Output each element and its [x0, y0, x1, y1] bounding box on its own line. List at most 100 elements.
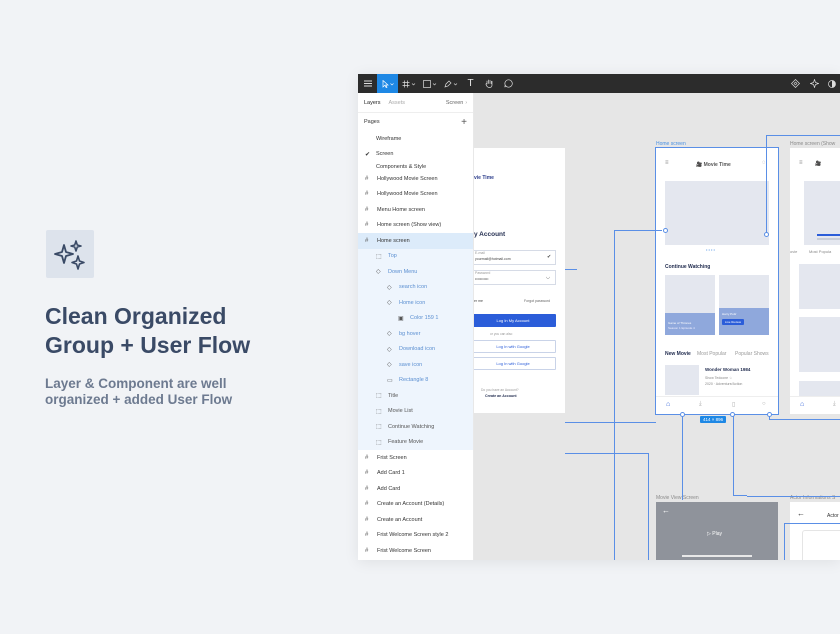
google-login-button-2[interactable]: Log In with Google [474, 357, 556, 370]
layer-item[interactable]: # Add Card [358, 481, 473, 497]
layer-item[interactable]: # Frist Welcome Screen [358, 543, 473, 559]
save-icon[interactable]: ▯ [732, 401, 735, 408]
layer-item[interactable]: ▭ Rectangle 8 [358, 372, 473, 388]
layer-item[interactable]: # Add Card 1 [358, 466, 473, 482]
remember-label[interactable]: er me [474, 299, 483, 303]
flow-node[interactable] [663, 228, 668, 233]
layer-item[interactable]: # Hollywood Movie Screen [358, 171, 473, 187]
layer-item[interactable]: # Create an Account (Details) [358, 497, 473, 513]
menu-icon[interactable]: ≡ [665, 160, 669, 166]
layer-item[interactable]: ◇ save icon [358, 357, 473, 373]
home-show-frame-label[interactable]: Home screen (Show [790, 141, 835, 147]
forgot-link[interactable]: Forgot password [524, 299, 550, 303]
tab-popular[interactable]: Most Popula [809, 249, 831, 254]
password-label: Password [475, 271, 491, 275]
shape-tool-icon[interactable] [419, 74, 440, 93]
movie-view-artboard[interactable]: ← ▷ Play [656, 502, 778, 560]
layer-item[interactable]: # Menu Home screen [358, 202, 473, 218]
flow-node[interactable] [680, 412, 685, 417]
plugin-icon[interactable] [805, 74, 824, 93]
banner-line [817, 238, 840, 240]
layer-item[interactable]: ⬚ Continue Watching [358, 419, 473, 435]
create-account-link[interactable]: Create an Account [485, 394, 517, 398]
layer-item[interactable]: # Frist Screen [358, 450, 473, 466]
chevron-down-icon[interactable]: › [465, 100, 467, 106]
sparkles-icon [54, 240, 85, 270]
contrast-icon[interactable] [824, 74, 840, 93]
layer-item[interactable]: ◇ Down Menu [358, 264, 473, 280]
home-show-artboard[interactable]: ≡ 🎥 ovie Most Popula ⌂ ⤓ [790, 148, 840, 414]
tab-new-movie[interactable]: New Movie [665, 351, 691, 357]
home-icon[interactable]: ⌂ [666, 401, 670, 408]
movie-title: Wonder Woman 1984 [705, 367, 751, 372]
back-arrow-icon[interactable]: ← [797, 509, 805, 518]
layer-item[interactable]: ◇ search icon [358, 279, 473, 295]
design-canvas[interactable]: vie Time y Account E-mail yourmail@hotma… [474, 93, 840, 560]
text-tool-icon[interactable]: T [461, 74, 480, 93]
login-button[interactable]: Log In My Account [474, 314, 556, 327]
tab-layers[interactable]: Layers [364, 100, 381, 106]
progress-track[interactable] [682, 555, 752, 557]
flow-node[interactable] [767, 412, 772, 417]
home-icon[interactable]: ⌂ [800, 401, 804, 408]
flow-connector [784, 523, 840, 560]
tab-most-popular[interactable]: Most Popular [697, 351, 726, 357]
page-item-wireframe[interactable]: Wireframe [358, 131, 473, 147]
play-button[interactable]: ▷ Play [707, 531, 722, 537]
home-frame-label[interactable]: Home screen [656, 141, 686, 147]
download-icon[interactable]: ⤓ [699, 401, 702, 408]
live-review-button[interactable]: Live Review [722, 319, 744, 325]
login-app-title: vie Time [474, 175, 494, 181]
google-login-button[interactable]: Log In with Google [474, 340, 556, 353]
frame-icon: # [365, 175, 369, 182]
feature-banner[interactable] [665, 181, 769, 245]
menu-icon[interactable]: ≡ [799, 160, 803, 166]
back-arrow-icon[interactable]: ← [662, 506, 670, 515]
play-label: Play [712, 531, 722, 537]
hamburger-icon[interactable] [358, 74, 377, 93]
list-card[interactable] [799, 317, 840, 372]
subline-line-1: Layer & Component are well [45, 376, 227, 391]
layer-item[interactable]: ◇ bg hover [358, 326, 473, 342]
flow-node[interactable] [730, 412, 735, 417]
component-icon[interactable] [786, 74, 805, 93]
actor-title: Actor [827, 513, 839, 519]
layer-item[interactable]: ▣ Color 159 1 [358, 310, 473, 326]
page-select[interactable]: Screen [446, 100, 463, 106]
eye-icon[interactable]: ◡ [546, 274, 550, 280]
page-item-screen[interactable]: ✔ Screen [358, 147, 473, 163]
movie-view-frame-label[interactable]: Movie View Screen [656, 495, 699, 501]
layer-item[interactable]: ⬚ Top [358, 248, 473, 264]
movie-poster[interactable] [665, 365, 699, 395]
frame-icon: # [365, 547, 369, 554]
layer-label: Home screen [377, 237, 410, 244]
layer-item[interactable]: # Create an Account [358, 512, 473, 528]
list-card[interactable] [799, 264, 840, 309]
add-page-icon[interactable]: + [461, 117, 467, 128]
hand-tool-icon[interactable] [480, 74, 499, 93]
move-tool-icon[interactable] [377, 74, 398, 93]
layer-item[interactable]: ⬚ Feature Movie [358, 434, 473, 450]
search-icon[interactable]: ○ [762, 401, 766, 407]
layer-item[interactable]: # Frist Welcome Screen style 2 [358, 528, 473, 544]
layer-item[interactable]: # Home screen (Show view) [358, 218, 473, 234]
tab-assets[interactable]: Assets [389, 100, 406, 106]
tab-movie[interactable]: ovie [790, 249, 797, 254]
frame-tool-icon[interactable] [398, 74, 419, 93]
download-icon[interactable]: ⤓ [833, 401, 836, 408]
layer-item-selected[interactable]: # Home screen [358, 233, 473, 249]
home-screen-artboard[interactable]: ≡ 🎥 Movie Time ◌ • • • • Continue Watchi… [655, 147, 779, 415]
layer-item[interactable]: ⬚ Movie List [358, 403, 473, 419]
comment-tool-icon[interactable] [499, 74, 518, 93]
layer-item[interactable]: # Hollywood Movie Screen [358, 187, 473, 203]
layer-item[interactable]: ◇ Download icon [358, 341, 473, 357]
play-icon: ▷ [707, 531, 711, 537]
tab-popular-shows[interactable]: Popular Shows [735, 351, 769, 357]
flow-node[interactable] [764, 232, 769, 237]
layer-item[interactable]: ◇ Home icon [358, 295, 473, 311]
pen-tool-icon[interactable] [440, 74, 461, 93]
login-artboard[interactable]: vie Time y Account E-mail yourmail@hotma… [474, 148, 565, 413]
layer-item[interactable]: ⬚ Title [358, 388, 473, 404]
home-app-title: 🎥 Movie Time [696, 162, 731, 168]
carousel-dots[interactable]: • • • • [706, 247, 715, 252]
